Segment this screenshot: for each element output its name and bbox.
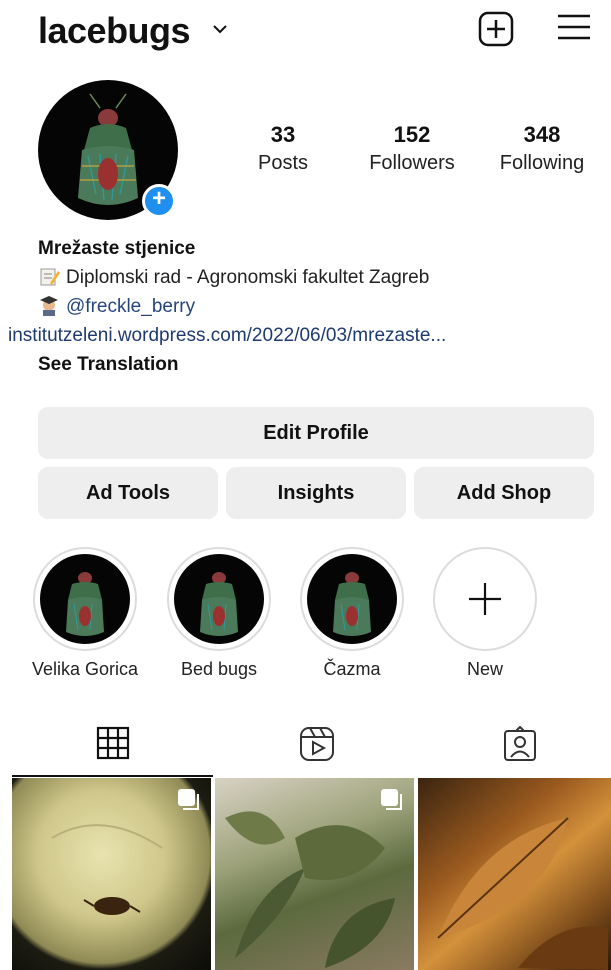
active-tab-indicator	[12, 775, 213, 777]
chevron-down-icon[interactable]	[211, 22, 229, 36]
post-thumbnail[interactable]	[12, 778, 211, 970]
highlight-ring	[300, 547, 404, 651]
following-label: Following	[499, 152, 585, 174]
posts-grid	[12, 778, 611, 970]
highlight-cover	[40, 554, 130, 644]
stat-following[interactable]: 348 Following	[490, 122, 594, 175]
highlight-label: Čazma	[323, 659, 381, 679]
highlight-cover	[174, 554, 264, 644]
username-title[interactable]: lacebugs	[38, 10, 191, 52]
post-thumbnail[interactable]	[215, 778, 414, 970]
add-shop-button[interactable]: Add Shop	[414, 467, 594, 519]
posts-count: 33	[270, 122, 296, 147]
display-name: Mrežaste stjenice	[38, 238, 196, 259]
followers-label: Followers	[369, 152, 455, 174]
plus-square-icon[interactable]	[476, 9, 516, 49]
bio-line: Diplomski rad - Agronomski fakultet Zagr…	[38, 263, 598, 292]
highlight-velika-gorica[interactable]: Velika Gorica	[30, 547, 140, 680]
carousel-icon	[381, 789, 402, 810]
following-count: 348	[523, 122, 561, 147]
top-bar: lacebugs	[0, 0, 611, 64]
add-story-button[interactable]: +	[142, 184, 176, 218]
highlight-cazma[interactable]: Čazma	[297, 547, 407, 680]
stat-posts[interactable]: 33 Posts	[244, 122, 322, 175]
post-thumbnail[interactable]	[418, 778, 611, 970]
followers-count: 152	[393, 122, 431, 147]
website-link[interactable]: institutzeleni.wordpress.com/2022/06/03/…	[8, 321, 598, 350]
tab-reels[interactable]	[215, 718, 418, 776]
highlight-ring	[433, 547, 537, 651]
edit-profile-button[interactable]: Edit Profile	[38, 407, 594, 459]
memo-emoji	[40, 268, 60, 286]
highlight-ring	[33, 547, 137, 651]
insights-button[interactable]: Insights	[226, 467, 406, 519]
highlight-label: Velika Gorica	[31, 659, 139, 679]
highlight-cover	[307, 554, 397, 644]
profile-avatar[interactable]: +	[38, 80, 178, 220]
profile-bio: Mrežaste stjenice Diplomski rad - Agrono…	[8, 234, 598, 379]
student-emoji	[40, 296, 58, 316]
grid-icon	[96, 726, 130, 760]
carousel-icon	[178, 789, 199, 810]
mention-link[interactable]: @freckle_berry	[66, 296, 195, 317]
hamburger-menu-icon[interactable]	[556, 12, 592, 42]
see-translation-link[interactable]: See Translation	[38, 350, 598, 379]
highlight-label: Bed bugs	[180, 659, 258, 679]
lace-bug-thumbnail	[200, 572, 238, 636]
tab-posts-grid[interactable]	[12, 718, 215, 776]
ad-tools-button[interactable]: Ad Tools	[38, 467, 218, 519]
bio-mention-line: @freckle_berry	[38, 292, 598, 321]
highlight-ring	[167, 547, 271, 651]
lace-bug-thumbnail	[66, 572, 104, 636]
autumn-leaf-image	[437, 817, 608, 970]
highlight-label: New	[466, 659, 503, 679]
posts-label: Posts	[257, 152, 309, 174]
reels-icon	[300, 727, 334, 761]
profile-tabs	[0, 718, 611, 776]
tagged-icon	[504, 726, 536, 761]
highlight-new[interactable]: New	[430, 547, 540, 680]
highlight-bed-bugs[interactable]: Bed bugs	[164, 547, 274, 680]
plus-icon	[469, 583, 501, 615]
bio-line-text: Diplomski rad - Agronomski fakultet Zagr…	[66, 267, 430, 288]
stat-followers[interactable]: 152 Followers	[358, 122, 466, 175]
lace-bug-thumbnail	[333, 572, 371, 636]
tab-tagged[interactable]	[418, 718, 611, 776]
